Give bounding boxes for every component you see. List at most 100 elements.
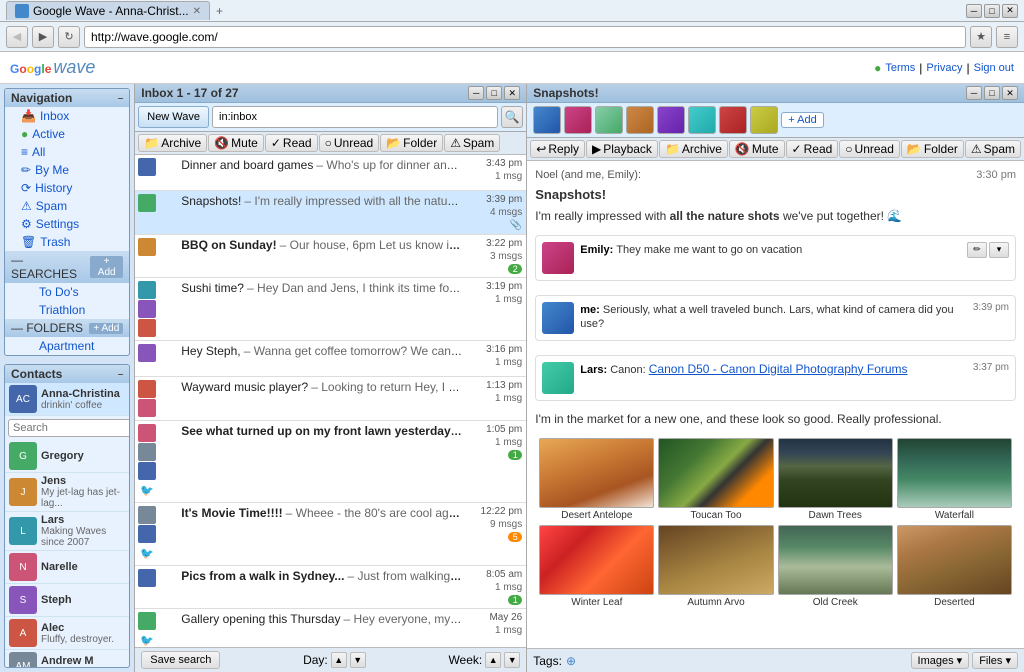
contact-jens[interactable]: J Jens My jet-lag has jet-lag... [5,473,129,512]
photo-thumbnail [658,525,773,595]
contact-gregory[interactable]: G Gregory [5,440,129,473]
add-folder-button[interactable]: + Add [89,323,123,334]
contact-andrewm[interactable]: AM Andrew M hello world [5,650,129,667]
sidebar-item-inbox[interactable]: 📥 Inbox [5,107,129,125]
week-down-button[interactable]: ▼ [504,652,520,668]
contacts-search-input[interactable] [8,419,130,437]
contact-steph[interactable]: S Steph [5,584,129,617]
wave-content: BBQ on Sunday! – Our house, 6pm Let us k… [177,235,466,277]
sidebar-item-apartment[interactable]: Apartment [5,337,129,355]
wave-item[interactable]: 🐦 It's Movie Time!!!! – Wheee - the 80's… [135,503,526,566]
menu-button[interactable]: ≡ [996,26,1018,48]
snapshot-spam-button[interactable]: ⚠ Spam [965,140,1021,158]
files-dropdown-button[interactable]: Files ▾ [972,652,1018,669]
navigation-minimize[interactable]: – [118,93,124,104]
tab-close-button[interactable]: ✕ [193,6,201,17]
inbox-close[interactable]: ✕ [504,86,520,100]
inbox-search-input[interactable] [212,106,498,128]
reply-button[interactable]: ↩ Reply [530,140,585,158]
new-wave-button[interactable]: New Wave [138,106,209,128]
bookmark-button[interactable]: ★ [970,26,992,48]
add-participant-button[interactable]: + Add [781,112,823,128]
emily-edit-button[interactable]: ✏ [967,242,987,258]
add-tag-button[interactable]: ⊕ [566,654,576,668]
sidebar-item-active[interactable]: ● Active [5,125,129,143]
forward-button[interactable]: ▶ [32,26,54,48]
wave-item[interactable]: Hey Steph, – Wanna get coffee tomorrow? … [135,341,526,377]
inbox-maximize[interactable]: □ [486,86,502,100]
address-bar[interactable] [84,26,966,48]
photo-item[interactable]: Deserted [897,525,1012,608]
photo-item[interactable]: Old Creek [778,525,893,608]
sidebar-item-spam[interactable]: ⚠ Spam [5,197,129,215]
wave-item[interactable]: BBQ on Sunday! – Our house, 6pm Let us k… [135,235,526,278]
read-button[interactable]: ✓ Read [265,134,318,152]
snapshot-folder-button[interactable]: 📂 Folder [901,140,964,158]
snapshot-close[interactable]: ✕ [1002,86,1018,100]
sidebar-item-triathlon[interactable]: Triathlon [5,301,129,319]
participant-thumb-8 [750,106,778,134]
wave-item[interactable]: Pics from a walk in Sydney... – Just fro… [135,566,526,609]
canon-link[interactable]: Canon D50 - Canon Digital Photography Fo… [649,362,908,376]
sidebar-item-byme[interactable]: ✏ By Me [5,161,129,179]
wave-item[interactable]: Wayward music player? – Looking to retur… [135,377,526,421]
contact-alec[interactable]: A Alec Fluffy, destroyer. [5,617,129,650]
contact-self[interactable]: AC Anna-Christina drinkin' coffee [5,383,129,416]
day-down-button[interactable]: ▼ [350,652,366,668]
maximize-browser[interactable]: □ [984,4,1000,18]
emily-avatar [542,242,574,274]
add-search-button[interactable]: + Add [90,256,123,278]
images-dropdown-button[interactable]: Images ▾ [911,652,970,669]
snapshot-maximize[interactable]: □ [984,86,1000,100]
snapshot-archive-button[interactable]: 📁 Archive [659,140,728,158]
inbox-minimize[interactable]: ─ [468,86,484,100]
wave-item[interactable]: Snapshots! – I'm really impressed with a… [135,191,526,235]
refresh-button[interactable]: ↻ [58,26,80,48]
back-button[interactable]: ◀ [6,26,28,48]
folder-button[interactable]: 📂 Folder [380,134,443,152]
sidebar-item-trash[interactable]: 🗑 Trash [5,233,129,251]
sidebar-item-settings[interactable]: ⚙ Settings [5,215,129,233]
terms-link[interactable]: Terms [885,62,915,74]
emily-menu-button[interactable]: ▾ [989,242,1009,258]
signout-link[interactable]: Sign out [974,62,1014,74]
photo-item[interactable]: Toucan Too [658,438,773,521]
wave-time: 3:19 pm [486,281,522,292]
contact-lars[interactable]: L Lars Making Waves since 2007 [5,512,129,551]
contact-narelle[interactable]: N Narelle [5,551,129,584]
wave-item[interactable]: Dinner and board games – Who's up for di… [135,155,526,191]
minimize-browser[interactable]: ─ [966,4,982,18]
browser-tab[interactable]: Google Wave - Anna-Christ... ✕ [6,1,210,20]
sidebar-item-todos[interactable]: To Do's [5,283,129,301]
unread-button[interactable]: ○ Unread [319,134,380,152]
snapshot-read-button[interactable]: ✓ Read [786,140,839,158]
privacy-link[interactable]: Privacy [926,62,962,74]
photo-item[interactable]: Dawn Trees [778,438,893,521]
new-tab-button[interactable]: + [216,4,223,18]
contacts-minimize[interactable]: – [118,369,124,380]
photo-item[interactable]: Waterfall [897,438,1012,521]
photo-item[interactable]: Desert Antelope [539,438,654,521]
photo-item[interactable]: Autumn Arvo [658,525,773,608]
wave-subject: Snapshots! [535,187,1016,202]
spam-button[interactable]: ⚠ Spam [444,134,500,152]
snapshot-unread-button[interactable]: ○ Unread [839,140,900,158]
day-up-button[interactable]: ▲ [331,652,347,668]
wave-item[interactable]: Sushi time? – Hey Dan and Jens, I think … [135,278,526,341]
close-browser[interactable]: ✕ [1002,4,1018,18]
wave-item[interactable]: 🐦 Gallery opening this Thursday – Hey ev… [135,609,526,647]
photo-item[interactable]: Winter Leaf [539,525,654,608]
snapshot-mute-button[interactable]: 🔇 Mute [729,140,785,158]
archive-button[interactable]: 📁 Archive [138,134,207,152]
inbox-search-go[interactable]: 🔍 [501,106,523,128]
week-up-button[interactable]: ▲ [485,652,501,668]
save-search-button[interactable]: Save search [141,651,220,669]
snapshot-minimize[interactable]: ─ [966,86,982,100]
playback-button[interactable]: ▶ Playback [586,140,658,158]
inbox-title: Inbox 1 - 17 of 27 [141,86,238,100]
sidebar-item-all[interactable]: ≡ All [5,143,129,161]
wave-item[interactable]: 🐦 See what turned up on my front lawn ye… [135,421,526,503]
sidebar-item-history[interactable]: ⟳ History [5,179,129,197]
wave-time: 3:43 pm [486,158,522,169]
mute-button[interactable]: 🔇 Mute [208,134,264,152]
